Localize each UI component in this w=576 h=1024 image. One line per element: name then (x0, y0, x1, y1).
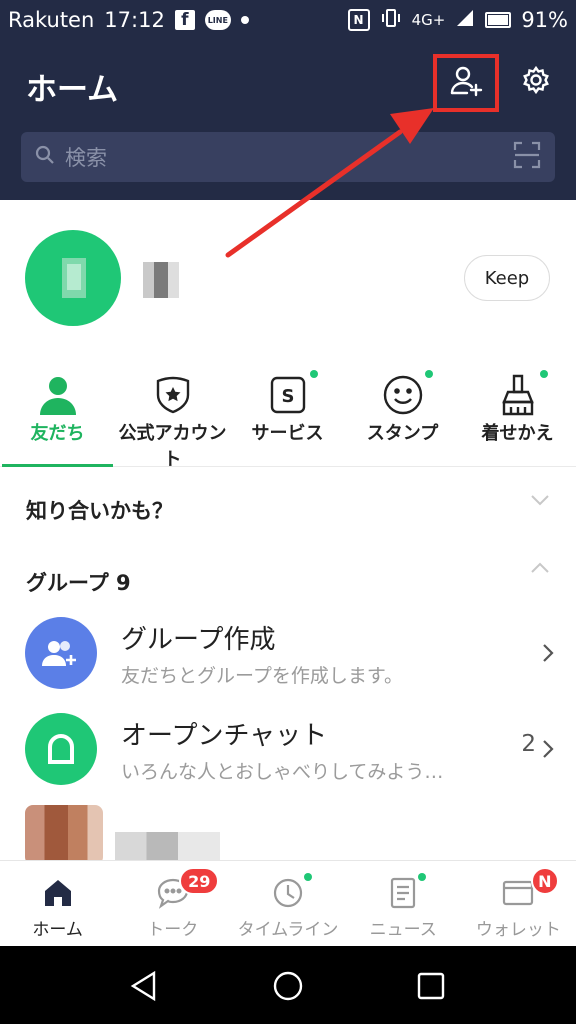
chevron-right-icon (542, 739, 554, 763)
battery-icon (485, 12, 512, 28)
brush-icon (494, 371, 542, 419)
friend-avatar-blurred[interactable] (25, 805, 103, 860)
open-chat-count: 2 (521, 731, 536, 757)
tab-stickers[interactable]: スタンプ (345, 365, 460, 466)
service-letter: S (281, 386, 294, 407)
gear-icon (521, 65, 551, 99)
clock: 17:12 (104, 8, 165, 32)
facebook-notification-icon: f (174, 10, 195, 30)
friend-name-blurred[interactable] (115, 832, 220, 860)
search-icon (35, 145, 55, 169)
new-indicator-dot (304, 873, 313, 881)
settings-button[interactable] (516, 62, 556, 102)
signal-icon (455, 8, 475, 33)
add-friend-button[interactable] (433, 54, 499, 112)
new-indicator-dot (425, 370, 433, 378)
profile-avatar[interactable] (25, 230, 121, 326)
bottom-navigation: ホーム 29 トーク タイムライン ニュース N ウォレット (0, 860, 576, 946)
nav-label: トーク (147, 920, 199, 940)
tab-services[interactable]: S サービス (230, 365, 345, 466)
nav-home[interactable]: ホーム (0, 861, 115, 947)
avatar-image-detail (67, 264, 81, 290)
nav-wallet[interactable]: N ウォレット (461, 861, 576, 947)
android-nav-bar (0, 946, 576, 1024)
add-friend-icon (448, 63, 484, 103)
nav-news[interactable]: ニュース (346, 861, 461, 947)
person-icon (34, 371, 82, 419)
home-button-icon[interactable] (270, 968, 306, 1004)
tab-label: 友だち (30, 423, 85, 444)
nav-label: ホーム (32, 920, 83, 940)
smiley-icon (379, 371, 427, 419)
page-title: ホーム (26, 72, 119, 108)
keep-button[interactable]: Keep (464, 255, 550, 301)
category-tabs: 友だち 公式アカウント S サービス スタンプ 着せかえ (0, 365, 576, 470)
chevron-right-icon (542, 643, 554, 667)
service-s-icon: S (264, 371, 312, 419)
tab-official-accounts[interactable]: 公式アカウント (115, 365, 230, 470)
home-content: Keep 友だち 公式アカウント S サービス スタンプ 着せかえ 知り合いかも… (0, 200, 576, 860)
profile-name-blurred[interactable] (143, 262, 179, 298)
tab-friends[interactable]: 友だち (0, 365, 115, 467)
carrier-name: Rakuten (8, 8, 95, 32)
recent-apps-icon[interactable] (413, 968, 449, 1004)
unread-badge: 29 (179, 867, 220, 895)
more-notifications-icon (240, 16, 249, 24)
shield-star-icon (149, 371, 197, 419)
status-bar: Rakuten 17:12 f LINE N 4G+ 91% (0, 0, 576, 40)
search-placeholder: 検索 (65, 146, 107, 170)
row-subtitle: いろんな人とおしゃべりしてみよう… (121, 761, 444, 783)
active-tab-indicator (2, 464, 113, 467)
clock-icon (270, 875, 306, 911)
search-bar[interactable]: 検索 (21, 132, 555, 182)
network-type: 4G+ (411, 11, 446, 29)
nav-timeline[interactable]: タイムライン (230, 861, 345, 947)
news-icon (385, 875, 421, 911)
add-group-icon (25, 617, 97, 689)
new-indicator-dot (417, 873, 426, 881)
chevron-down-icon[interactable] (530, 492, 550, 511)
back-icon[interactable] (126, 968, 162, 1004)
row-title: グループ作成 (121, 625, 276, 655)
tab-label: サービス (251, 423, 324, 444)
nfc-icon: N (347, 9, 370, 31)
row-subtitle: 友だちとグループを作成します。 (121, 665, 403, 687)
chevron-up-icon[interactable] (530, 560, 550, 579)
app-header: ホーム 検索 (0, 40, 576, 200)
nav-label: タイムライン (237, 920, 339, 940)
create-group-row[interactable]: グループ作成 友だちとグループを作成します。 (0, 617, 576, 711)
open-chat-row[interactable]: オープンチャット いろんな人とおしゃべりしてみよう… 2 (0, 713, 576, 807)
new-indicator-dot (310, 370, 318, 378)
row-title: オープンチャット (121, 721, 328, 751)
tab-label: スタンプ (366, 423, 439, 444)
qr-scan-icon[interactable] (513, 141, 541, 173)
nav-label: ニュース (369, 920, 437, 940)
home-icon (40, 875, 76, 911)
vibrate-icon (380, 7, 402, 34)
new-badge: N (530, 867, 559, 895)
nav-label: ウォレット (475, 920, 561, 940)
battery-level: 91% (521, 8, 568, 32)
tab-label: 着せかえ (481, 423, 554, 444)
nav-talk[interactable]: 29 トーク (115, 861, 230, 947)
open-chat-icon (25, 713, 97, 785)
suggested-friends-title[interactable]: 知り合いかも？ (26, 495, 173, 525)
tab-themes[interactable]: 着せかえ (460, 365, 575, 466)
tab-label: 公式アカウント (118, 423, 227, 470)
line-notification-icon: LINE (204, 10, 231, 30)
groups-title[interactable]: グループ 9 (26, 567, 131, 597)
new-indicator-dot (540, 370, 548, 378)
